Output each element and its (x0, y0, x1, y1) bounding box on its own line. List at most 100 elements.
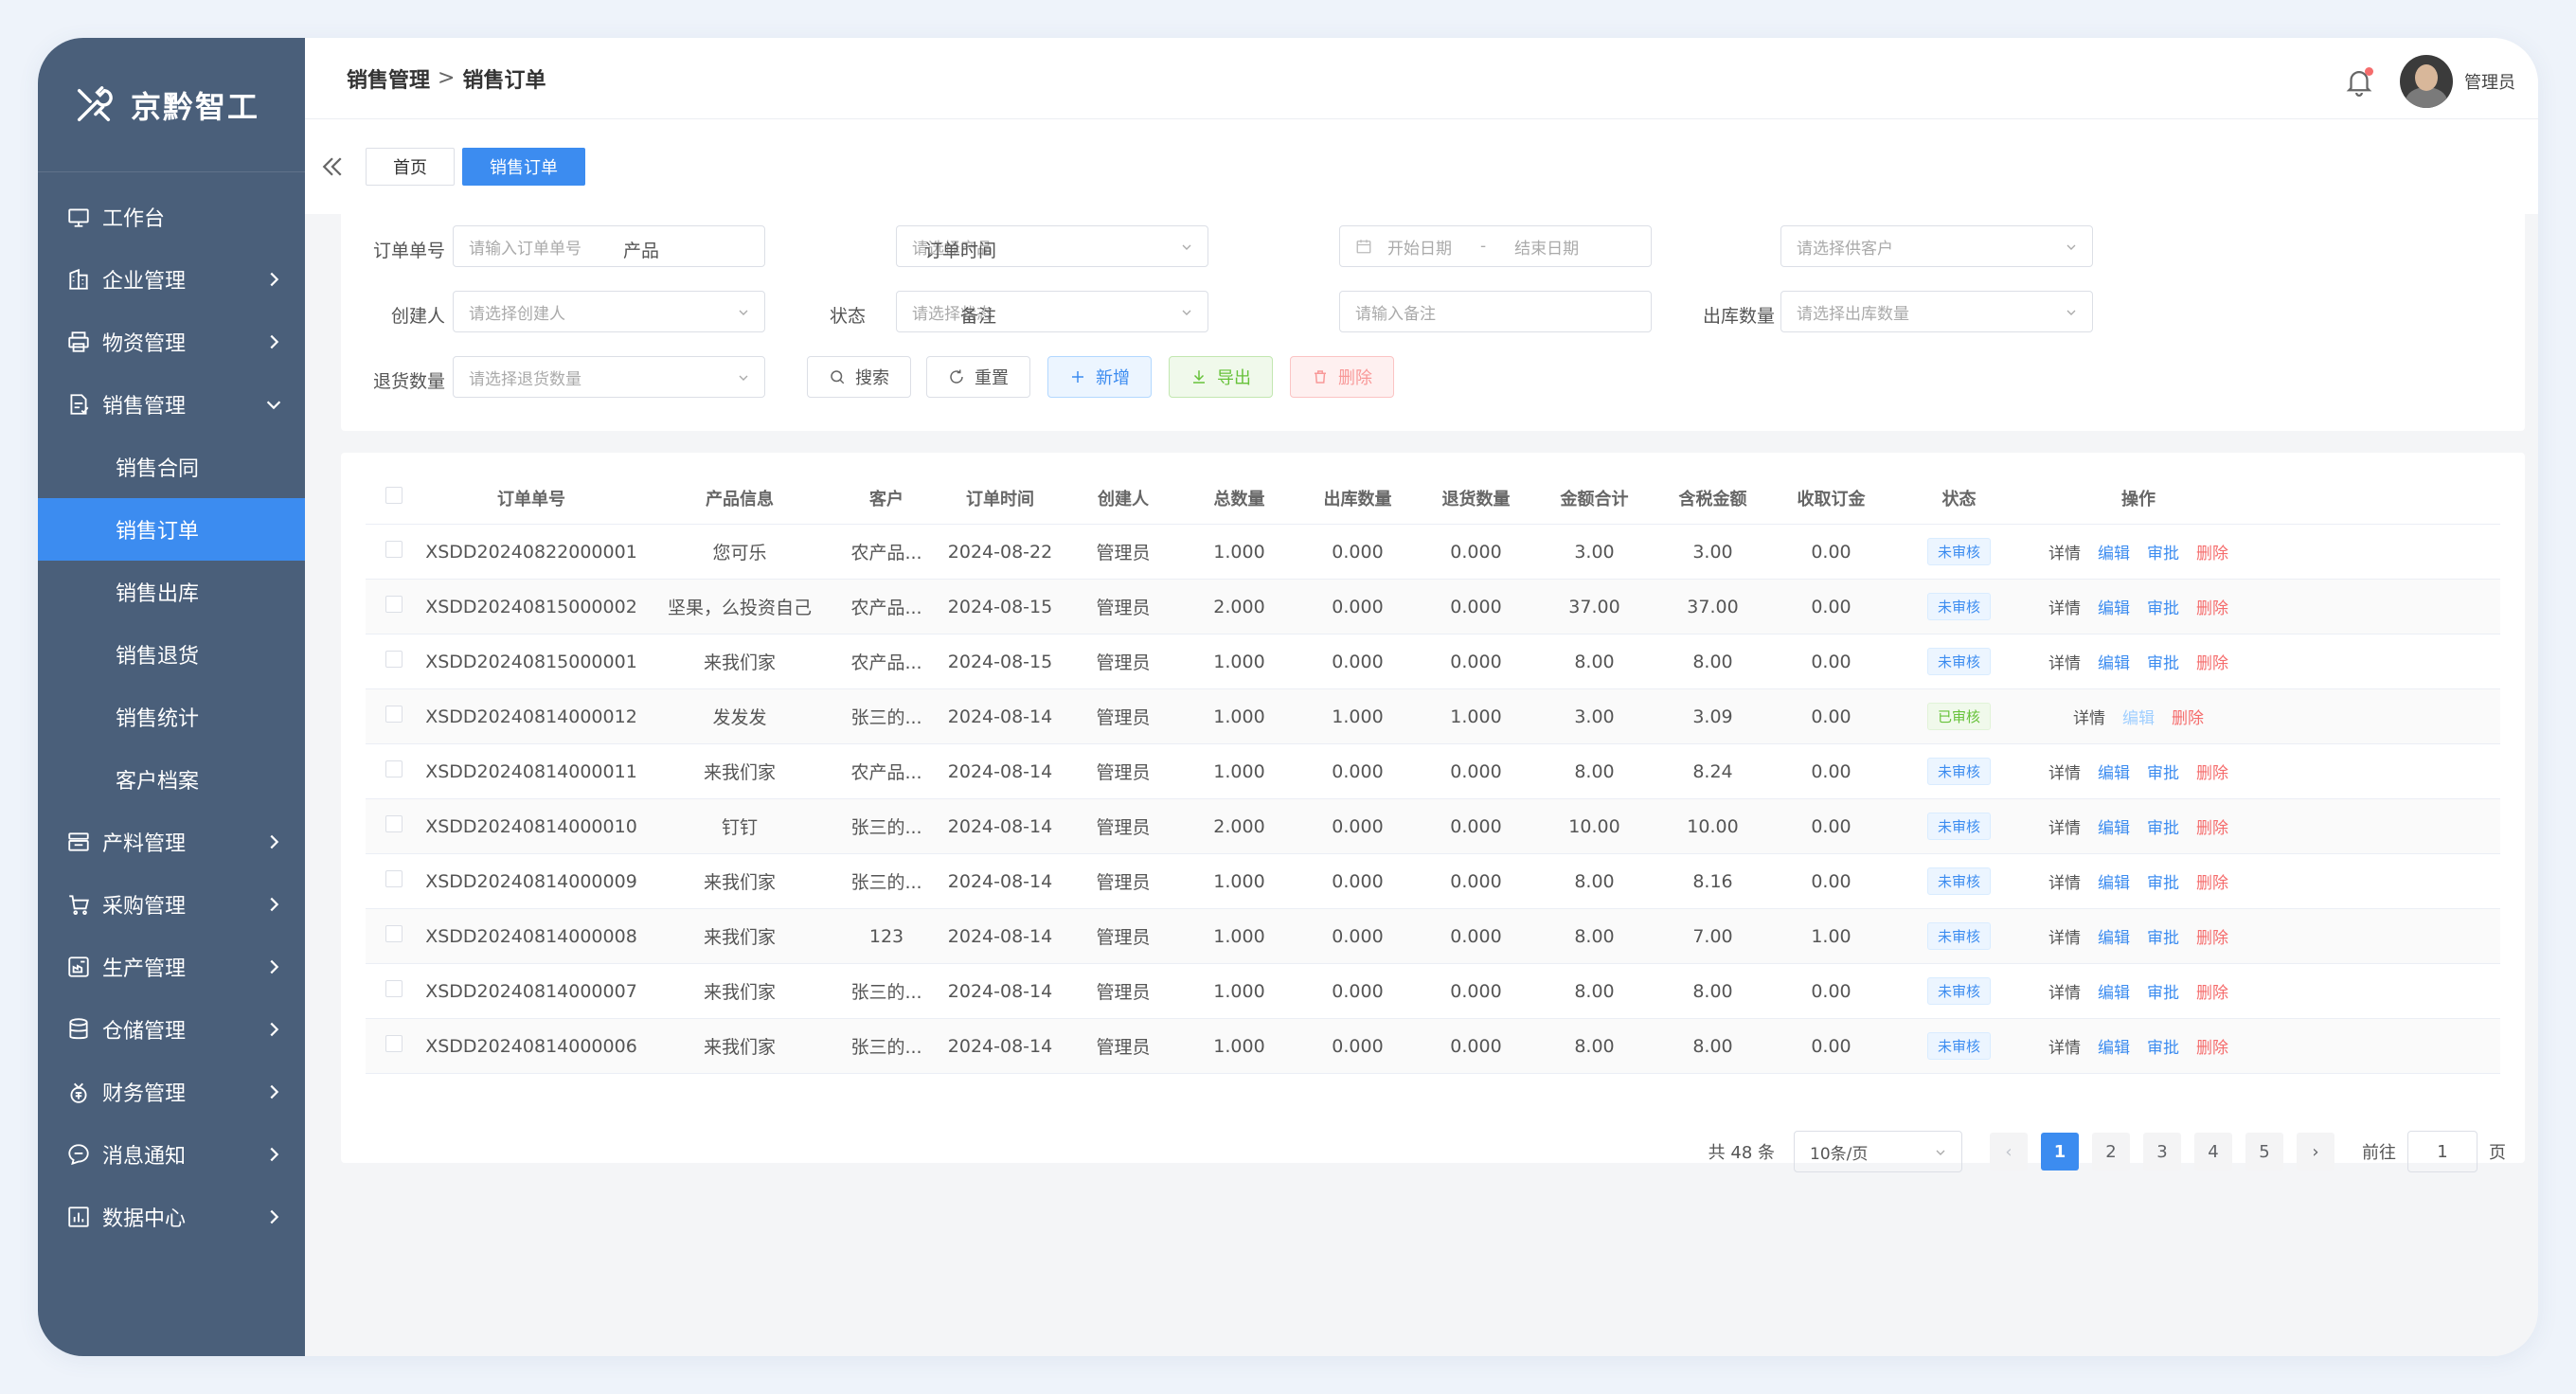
edit-link[interactable]: 编辑 (2098, 1039, 2130, 1058)
creator-select[interactable]: 请选择创建人 (453, 291, 765, 332)
sidebar-item-monitor[interactable]: 工作台 (38, 186, 305, 248)
sidebar-subitem[interactable]: 销售统计 (38, 686, 305, 748)
column-header: 操作 (2121, 489, 2156, 509)
row-checkbox[interactable] (366, 815, 422, 837)
next-page-button[interactable]: › (2297, 1133, 2334, 1171)
reset-button[interactable]: 重置 (926, 356, 1030, 398)
sidebar-item-money[interactable]: 财务管理 (38, 1061, 305, 1123)
page-button[interactable]: 5 (2245, 1133, 2283, 1171)
tab-sales-order[interactable]: 销售订单 (462, 148, 585, 186)
sidebar-subitem[interactable]: 销售出库 (38, 561, 305, 623)
detail-link[interactable]: 详情 (2048, 874, 2081, 893)
page-size-select[interactable]: 10条/页 (1794, 1131, 1962, 1172)
approve-link[interactable]: 审批 (2147, 654, 2179, 673)
sidebar-subitem[interactable]: 客户档案 (38, 748, 305, 811)
sidebar-item-cart[interactable]: 采购管理 (38, 873, 305, 936)
delete-link[interactable]: 删除 (2196, 929, 2228, 948)
notification-bell-icon[interactable] (2343, 65, 2375, 98)
row-checkbox[interactable] (366, 760, 422, 782)
delete-link[interactable]: 删除 (2196, 984, 2228, 1003)
detail-link[interactable]: 详情 (2048, 1039, 2081, 1058)
order-time-range[interactable]: 开始日期 - 结束日期 (1339, 225, 1652, 267)
delete-link[interactable]: 删除 (2196, 654, 2228, 673)
sidebar-item-printer[interactable]: 物资管理 (38, 311, 305, 373)
edit-link[interactable]: 编辑 (2098, 929, 2130, 948)
sidebar-subitem[interactable]: 销售订单 (38, 498, 305, 561)
edit-link[interactable]: 编辑 (2098, 764, 2130, 783)
prev-page-button[interactable]: ‹ (1990, 1133, 2028, 1171)
sidebar-subitem[interactable]: 销售退货 (38, 623, 305, 686)
row-checkbox[interactable] (366, 596, 422, 617)
outbound-qty-select[interactable]: 请选择出库数量 (1780, 291, 2093, 332)
sidebar-item-database[interactable]: 仓储管理 (38, 998, 305, 1061)
export-button[interactable]: 导出 (1169, 356, 1273, 398)
delete-button[interactable]: 删除 (1290, 356, 1394, 398)
row-checkbox[interactable] (366, 925, 422, 947)
goto-page-input[interactable]: 1 (2407, 1131, 2478, 1172)
edit-link[interactable]: 编辑 (2098, 984, 2130, 1003)
select-all-checkbox[interactable] (366, 487, 422, 509)
edit-link[interactable]: 编辑 (2122, 709, 2155, 728)
remark-input[interactable]: 请输入备注 (1339, 291, 1652, 332)
approve-link[interactable]: 审批 (2147, 929, 2179, 948)
tab-home[interactable]: 首页 (366, 148, 455, 186)
delete-link[interactable]: 删除 (2196, 874, 2228, 893)
approve-link[interactable]: 审批 (2147, 599, 2179, 618)
search-button[interactable]: 搜索 (807, 356, 911, 398)
delete-link[interactable]: 删除 (2196, 764, 2228, 783)
detail-link[interactable]: 详情 (2073, 709, 2105, 728)
detail-link[interactable]: 详情 (2048, 764, 2081, 783)
status-cell: 未审核 (1890, 813, 2028, 840)
approve-link[interactable]: 审批 (2147, 764, 2179, 783)
customer-select[interactable]: 请选择供客户 (1780, 225, 2093, 267)
approve-link[interactable]: 审批 (2147, 819, 2179, 838)
detail-link[interactable]: 详情 (2048, 654, 2081, 673)
detail-link[interactable]: 详情 (2048, 819, 2081, 838)
status-badge: 未审核 (1926, 1032, 1991, 1060)
detail-link[interactable]: 详情 (2048, 599, 2081, 618)
sidebar-item-factory[interactable]: 生产管理 (38, 936, 305, 998)
table-cell: 管理员 (1096, 543, 1151, 563)
delete-link[interactable]: 删除 (2196, 1039, 2228, 1058)
sidebar-subitem[interactable]: 销售合同 (38, 436, 305, 498)
sidebar-item-chat[interactable]: 消息通知 (38, 1123, 305, 1186)
user-name[interactable]: 管理员 (2464, 69, 2515, 94)
edit-link[interactable]: 编辑 (2098, 545, 2130, 563)
approve-link[interactable]: 审批 (2147, 545, 2179, 563)
breadcrumb-parent[interactable]: 销售管理 (347, 63, 430, 94)
row-checkbox[interactable] (366, 1035, 422, 1057)
delete-link[interactable]: 删除 (2172, 709, 2204, 728)
delete-link[interactable]: 删除 (2196, 545, 2228, 563)
row-checkbox[interactable] (366, 541, 422, 563)
edit-link[interactable]: 编辑 (2098, 654, 2130, 673)
sidebar-item-chart[interactable]: 数据中心 (38, 1186, 305, 1248)
row-checkbox[interactable] (366, 980, 422, 1002)
add-button[interactable]: 新增 (1047, 356, 1152, 398)
row-checkbox[interactable] (366, 870, 422, 892)
row-checkbox[interactable] (366, 706, 422, 727)
edit-link[interactable]: 编辑 (2098, 819, 2130, 838)
detail-link[interactable]: 详情 (2048, 545, 2081, 563)
approve-link[interactable]: 审批 (2147, 1039, 2179, 1058)
collapse-sidebar-icon[interactable] (318, 152, 347, 181)
delete-link[interactable]: 删除 (2196, 599, 2228, 618)
avatar[interactable] (2400, 55, 2453, 108)
sidebar-item-building[interactable]: 企业管理 (38, 248, 305, 311)
edit-link[interactable]: 编辑 (2098, 599, 2130, 618)
approve-link[interactable]: 审批 (2147, 984, 2179, 1003)
return-qty-select[interactable]: 请选择退货数量 (453, 356, 765, 398)
detail-link[interactable]: 详情 (2048, 929, 2081, 948)
page-button[interactable]: 2 (2092, 1133, 2130, 1171)
sidebar-item-document[interactable]: 销售管理 (38, 373, 305, 436)
page-button[interactable]: 3 (2143, 1133, 2181, 1171)
row-checkbox[interactable] (366, 651, 422, 672)
page-button[interactable]: 1 (2041, 1133, 2079, 1171)
approve-link[interactable]: 审批 (2147, 874, 2179, 893)
edit-link[interactable]: 编辑 (2098, 874, 2130, 893)
detail-link[interactable]: 详情 (2048, 984, 2081, 1003)
page-button[interactable]: 4 (2194, 1133, 2232, 1171)
table-row: XSDD20240814000006 来我们家 张三的... 2024-08-14 管理… (366, 1019, 2500, 1074)
delete-link[interactable]: 删除 (2196, 819, 2228, 838)
sidebar-item-stack[interactable]: 产料管理 (38, 811, 305, 873)
brand-logo[interactable]: 京黔智工 (38, 38, 305, 172)
